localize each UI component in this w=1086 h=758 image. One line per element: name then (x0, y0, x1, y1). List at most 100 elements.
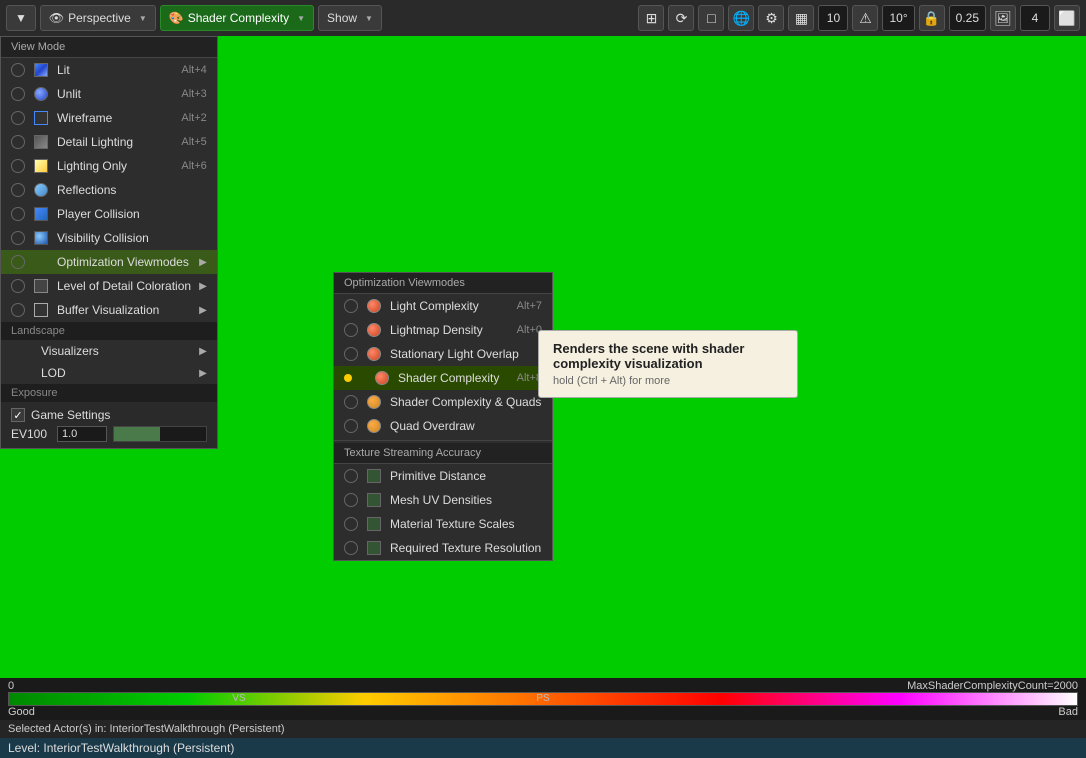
menu-item-detail-lighting[interactable]: Detail Lighting Alt+5 (1, 130, 217, 154)
radio-stationary-light (344, 347, 358, 361)
tooltip-hint: hold (Ctrl + Alt) for more (553, 375, 783, 387)
menu-item-shader-complexity[interactable]: Shader Complexity Alt+8 (334, 366, 552, 390)
settings-icon-btn[interactable]: ⚙ (758, 5, 784, 31)
texture-section-header: Texture Streaming Accuracy (334, 443, 552, 464)
sc-quads-label: Shader Complexity & Quads (390, 395, 542, 409)
primitive-distance-label: Primitive Distance (390, 469, 542, 483)
radio-optimization (11, 255, 25, 269)
radio-reflections (11, 183, 25, 197)
menu-item-wireframe[interactable]: Wireframe Alt+2 (1, 106, 217, 130)
radio-quad-overdraw (344, 419, 358, 433)
lod-coloration-arrow-icon: ▶ (199, 281, 207, 292)
menu-item-lighting-only[interactable]: Lighting Only Alt+6 (1, 154, 217, 178)
stationary-light-icon (366, 346, 382, 362)
radio-lightmap-density (344, 323, 358, 337)
viewport-options-button[interactable]: ▼ (6, 5, 36, 31)
box-icon-btn[interactable]: □ (698, 5, 724, 31)
menu-item-primitive-distance[interactable]: Primitive Distance (334, 464, 552, 488)
menu-item-required-texture[interactable]: Required Texture Resolution (334, 536, 552, 560)
ev100-label: EV100 (11, 427, 51, 441)
menu-item-lod[interactable]: LOD ▶ (1, 362, 217, 384)
ev100-input[interactable] (57, 426, 107, 442)
detail-lighting-shortcut: Alt+5 (181, 136, 206, 148)
radio-lit (11, 63, 25, 77)
menu-item-reflections[interactable]: Reflections (1, 178, 217, 202)
perspective-label: Perspective (68, 11, 131, 25)
perspective-icon: 👁 (49, 11, 64, 25)
buffer-visualization-label: Buffer Visualization (57, 303, 191, 317)
light-complexity-shortcut: Alt+7 (517, 300, 542, 312)
menu-item-light-complexity[interactable]: Light Complexity Alt+7 (334, 294, 552, 318)
radio-buffer-visualization (11, 303, 25, 317)
status-bar: Selected Actor(s) in: InteriorTestWalkth… (0, 720, 1086, 738)
visualizers-arrow-icon: ▶ (199, 346, 207, 357)
dropdown-arrow-icon: ▼ (15, 11, 27, 25)
light-complexity-icon (366, 298, 382, 314)
num10-display: 10 (818, 5, 848, 31)
exposure-section: Game Settings EV100 (1, 402, 217, 448)
menu-item-shader-complexity-quads[interactable]: Shader Complexity & Quads (334, 390, 552, 414)
wireframe-shortcut: Alt+2 (181, 112, 206, 124)
game-settings-row[interactable]: Game Settings (11, 406, 207, 424)
menu-item-buffer-visualization[interactable]: Buffer Visualization ▶ (1, 298, 217, 322)
rotate-icon-btn[interactable]: ⟳ (668, 5, 694, 31)
perspective-button[interactable]: 👁 Perspective (40, 5, 156, 31)
quad-overdraw-icon (366, 418, 382, 434)
lock-icon-btn[interactable]: 🔒 (919, 5, 945, 31)
quad-overdraw-label: Quad Overdraw (390, 419, 542, 433)
optimization-viewmodes-submenu: Optimization Viewmodes Light Complexity … (333, 272, 553, 561)
menu-item-material-texture[interactable]: Material Texture Scales (334, 512, 552, 536)
show-button[interactable]: Show (318, 5, 382, 31)
menu-item-stationary-light[interactable]: Stationary Light Overlap (334, 342, 552, 366)
menu-item-visualizers[interactable]: Visualizers ▶ (1, 340, 217, 362)
player-collision-icon (33, 206, 49, 222)
menu-item-visibility-collision[interactable]: Visibility Collision (1, 226, 217, 250)
image-icon-btn[interactable]: 🖼 (990, 5, 1016, 31)
menu-item-optimization-viewmodes[interactable]: Optimization Viewmodes ▶ (1, 250, 217, 274)
visibility-collision-icon (33, 230, 49, 246)
buffer-visualization-icon (33, 302, 49, 318)
primitive-distance-icon (366, 468, 382, 484)
menu-item-lod-coloration[interactable]: Level of Detail Coloration ▶ (1, 274, 217, 298)
radio-light-complexity (344, 299, 358, 313)
maximize-icon-btn[interactable]: ⬜ (1054, 5, 1080, 31)
optimization-section-header: Optimization Viewmodes (334, 273, 552, 294)
optimization-arrow-icon: ▶ (199, 257, 207, 268)
menu-item-lightmap-density[interactable]: Lightmap Density Alt+0 (334, 318, 552, 342)
mesh-uv-label: Mesh UV Densities (390, 493, 542, 507)
radio-material-texture (344, 517, 358, 531)
shader-complexity-label: Shader Complexity (188, 11, 289, 25)
ev100-slider[interactable] (113, 426, 207, 442)
rotate-icon: ⟳ (676, 10, 688, 27)
toolbar: ▼ 👁 Perspective 🎨 Shader Complexity Show… (0, 0, 1086, 36)
sc-quads-icon (366, 394, 382, 410)
menu-item-lit[interactable]: Lit Alt+4 (1, 58, 217, 82)
lod-coloration-label: Level of Detail Coloration (57, 279, 191, 293)
maximize-icon: ⬜ (1058, 10, 1075, 27)
menu-item-quad-overdraw[interactable]: Quad Overdraw (334, 414, 552, 438)
lit-icon (33, 62, 49, 78)
world-icon-btn[interactable]: 🌐 (728, 5, 754, 31)
shader-complexity-button[interactable]: 🎨 Shader Complexity (160, 5, 314, 31)
radio-lod-coloration (11, 279, 25, 293)
menu-item-unlit[interactable]: Unlit Alt+3 (1, 82, 217, 106)
layout-icon: ▦ (795, 10, 808, 27)
menu-item-player-collision[interactable]: Player Collision (1, 202, 217, 226)
lod-coloration-icon (33, 278, 49, 294)
view-mode-menu: View Mode Lit Alt+4 Unlit Alt+3 Wirefram… (0, 36, 218, 449)
wireframe-icon (33, 110, 49, 126)
required-texture-icon (366, 540, 382, 556)
required-texture-label: Required Texture Resolution (390, 541, 542, 555)
game-settings-checkbox[interactable] (11, 408, 25, 422)
shader-complexity-menu-icon (374, 370, 390, 386)
layout-icon-btn[interactable]: ▦ (788, 5, 814, 31)
lit-shortcut: Alt+4 (181, 64, 206, 76)
menu-item-mesh-uv[interactable]: Mesh UV Densities (334, 488, 552, 512)
complexity-zero-label: 0 (8, 680, 14, 692)
radio-mesh-uv (344, 493, 358, 507)
warning-icon-btn[interactable]: ⚠ (852, 5, 878, 31)
radio-detail-lighting (11, 135, 25, 149)
landscape-header: Landscape (1, 322, 217, 340)
grid-icon-btn[interactable]: ⊞ (638, 5, 664, 31)
lock-icon: 🔒 (923, 10, 940, 27)
